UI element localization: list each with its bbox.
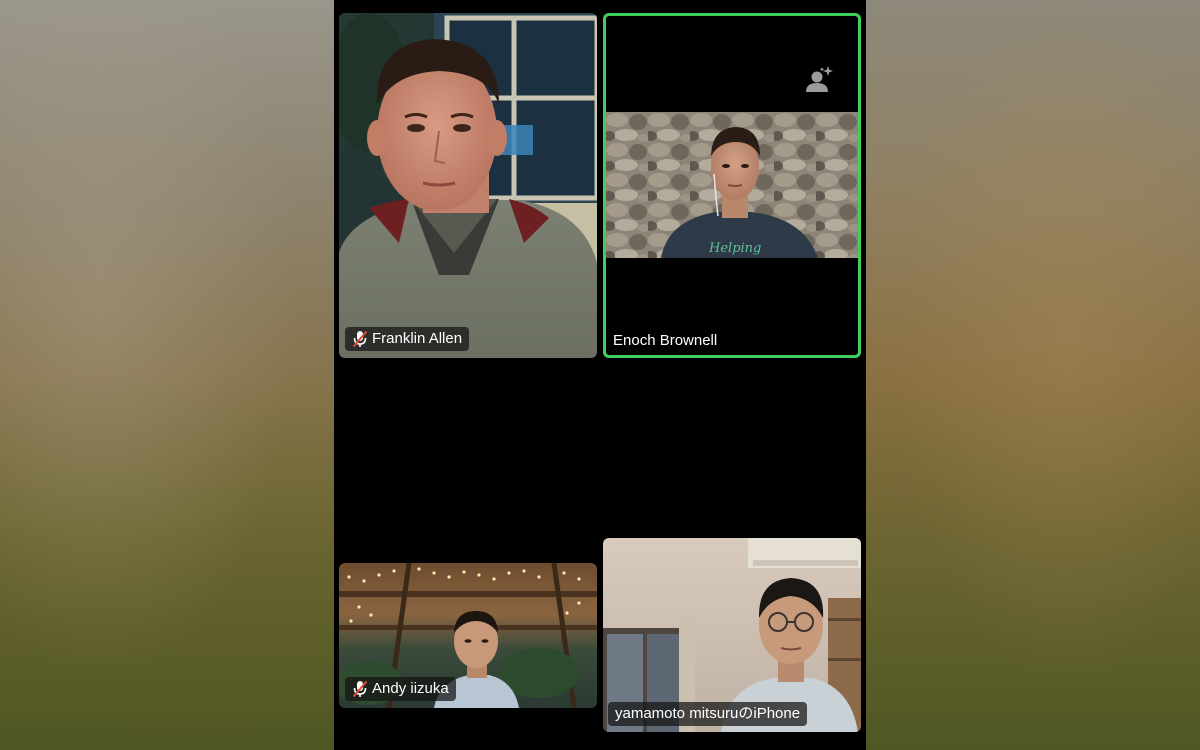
video-tile-yamamoto-mitsuru[interactable]: yamamoto mitsuruのiPhone xyxy=(603,538,861,732)
participant-name: Andy iizuka xyxy=(372,680,449,697)
shirt-print: Helping xyxy=(708,241,761,256)
participant-name-tag: Franklin Allen xyxy=(345,327,470,351)
mic-muted-icon xyxy=(352,680,368,698)
spotlight-add-icon[interactable] xyxy=(803,64,835,96)
video-tile-andy-iizuka[interactable]: Andy iizuka xyxy=(339,563,597,708)
participant-name: Franklin Allen xyxy=(372,330,463,347)
mic-muted-icon xyxy=(352,330,368,348)
background-blur-left xyxy=(0,0,334,750)
video-tile-enoch-brownell[interactable]: Helping Enoch Brownell xyxy=(603,13,861,358)
participant-name-tag: Enoch Brownell xyxy=(606,329,724,353)
video-tile-franklin-allen[interactable]: Franklin Allen xyxy=(339,13,597,358)
video-feed xyxy=(339,13,597,358)
participant-name: yamamoto mitsuruのiPhone xyxy=(615,705,801,722)
video-feed: Helping xyxy=(606,112,858,258)
participant-name: Enoch Brownell xyxy=(613,332,718,349)
background-blur-right xyxy=(866,0,1200,750)
video-call-screen: Franklin Allen Helping Enoch Brownell An… xyxy=(334,0,866,750)
participant-name-tag: yamamoto mitsuruのiPhone xyxy=(608,702,808,726)
participant-name-tag: Andy iizuka xyxy=(345,677,456,701)
